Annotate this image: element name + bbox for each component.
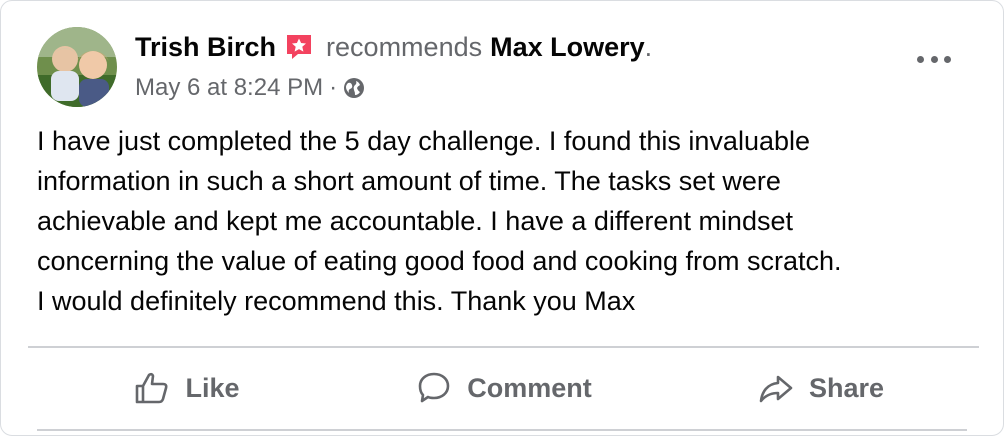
more-dot [917,55,924,63]
share-arrow-icon [759,375,793,403]
globe-icon[interactable] [343,77,365,99]
author-name[interactable]: Trish Birch [135,29,276,65]
action-bar: Like Comment Share [28,353,979,423]
like-label: Like [185,372,240,403]
separator-dot: · [329,74,338,101]
timestamp-line: May 6 at 8:24 PM · [135,73,652,103]
post-body: I have just completed the 5 day challeng… [37,126,842,316]
post-card: Trish Birch recommends Max Lowery . May … [0,0,1004,436]
comment-button[interactable]: Comment [345,353,662,423]
recommended-page-name[interactable]: Max Lowery [490,29,645,65]
thumbs-up-icon [136,372,168,404]
action-text: recommends [326,32,483,62]
comment-bubble-icon [418,372,450,403]
recommendation-star-icon [284,32,314,62]
timestamp[interactable]: May 6 at 8:24 PM [135,73,323,103]
more-options-icon[interactable] [917,51,951,67]
like-button[interactable]: Like [28,353,345,423]
share-button[interactable]: Share [662,353,979,423]
avatar[interactable] [37,27,117,107]
post-header: Trish Birch recommends Max Lowery . May … [37,27,652,107]
headline: Trish Birch recommends Max Lowery . [135,29,652,65]
comment-label: Comment [467,372,592,403]
divider [28,346,979,348]
headline-period: . [644,32,653,62]
divider [37,429,967,431]
post-meta: Trish Birch recommends Max Lowery . May … [135,29,652,103]
more-dot [944,55,951,63]
more-dot [930,55,938,63]
share-label: Share [808,372,885,403]
